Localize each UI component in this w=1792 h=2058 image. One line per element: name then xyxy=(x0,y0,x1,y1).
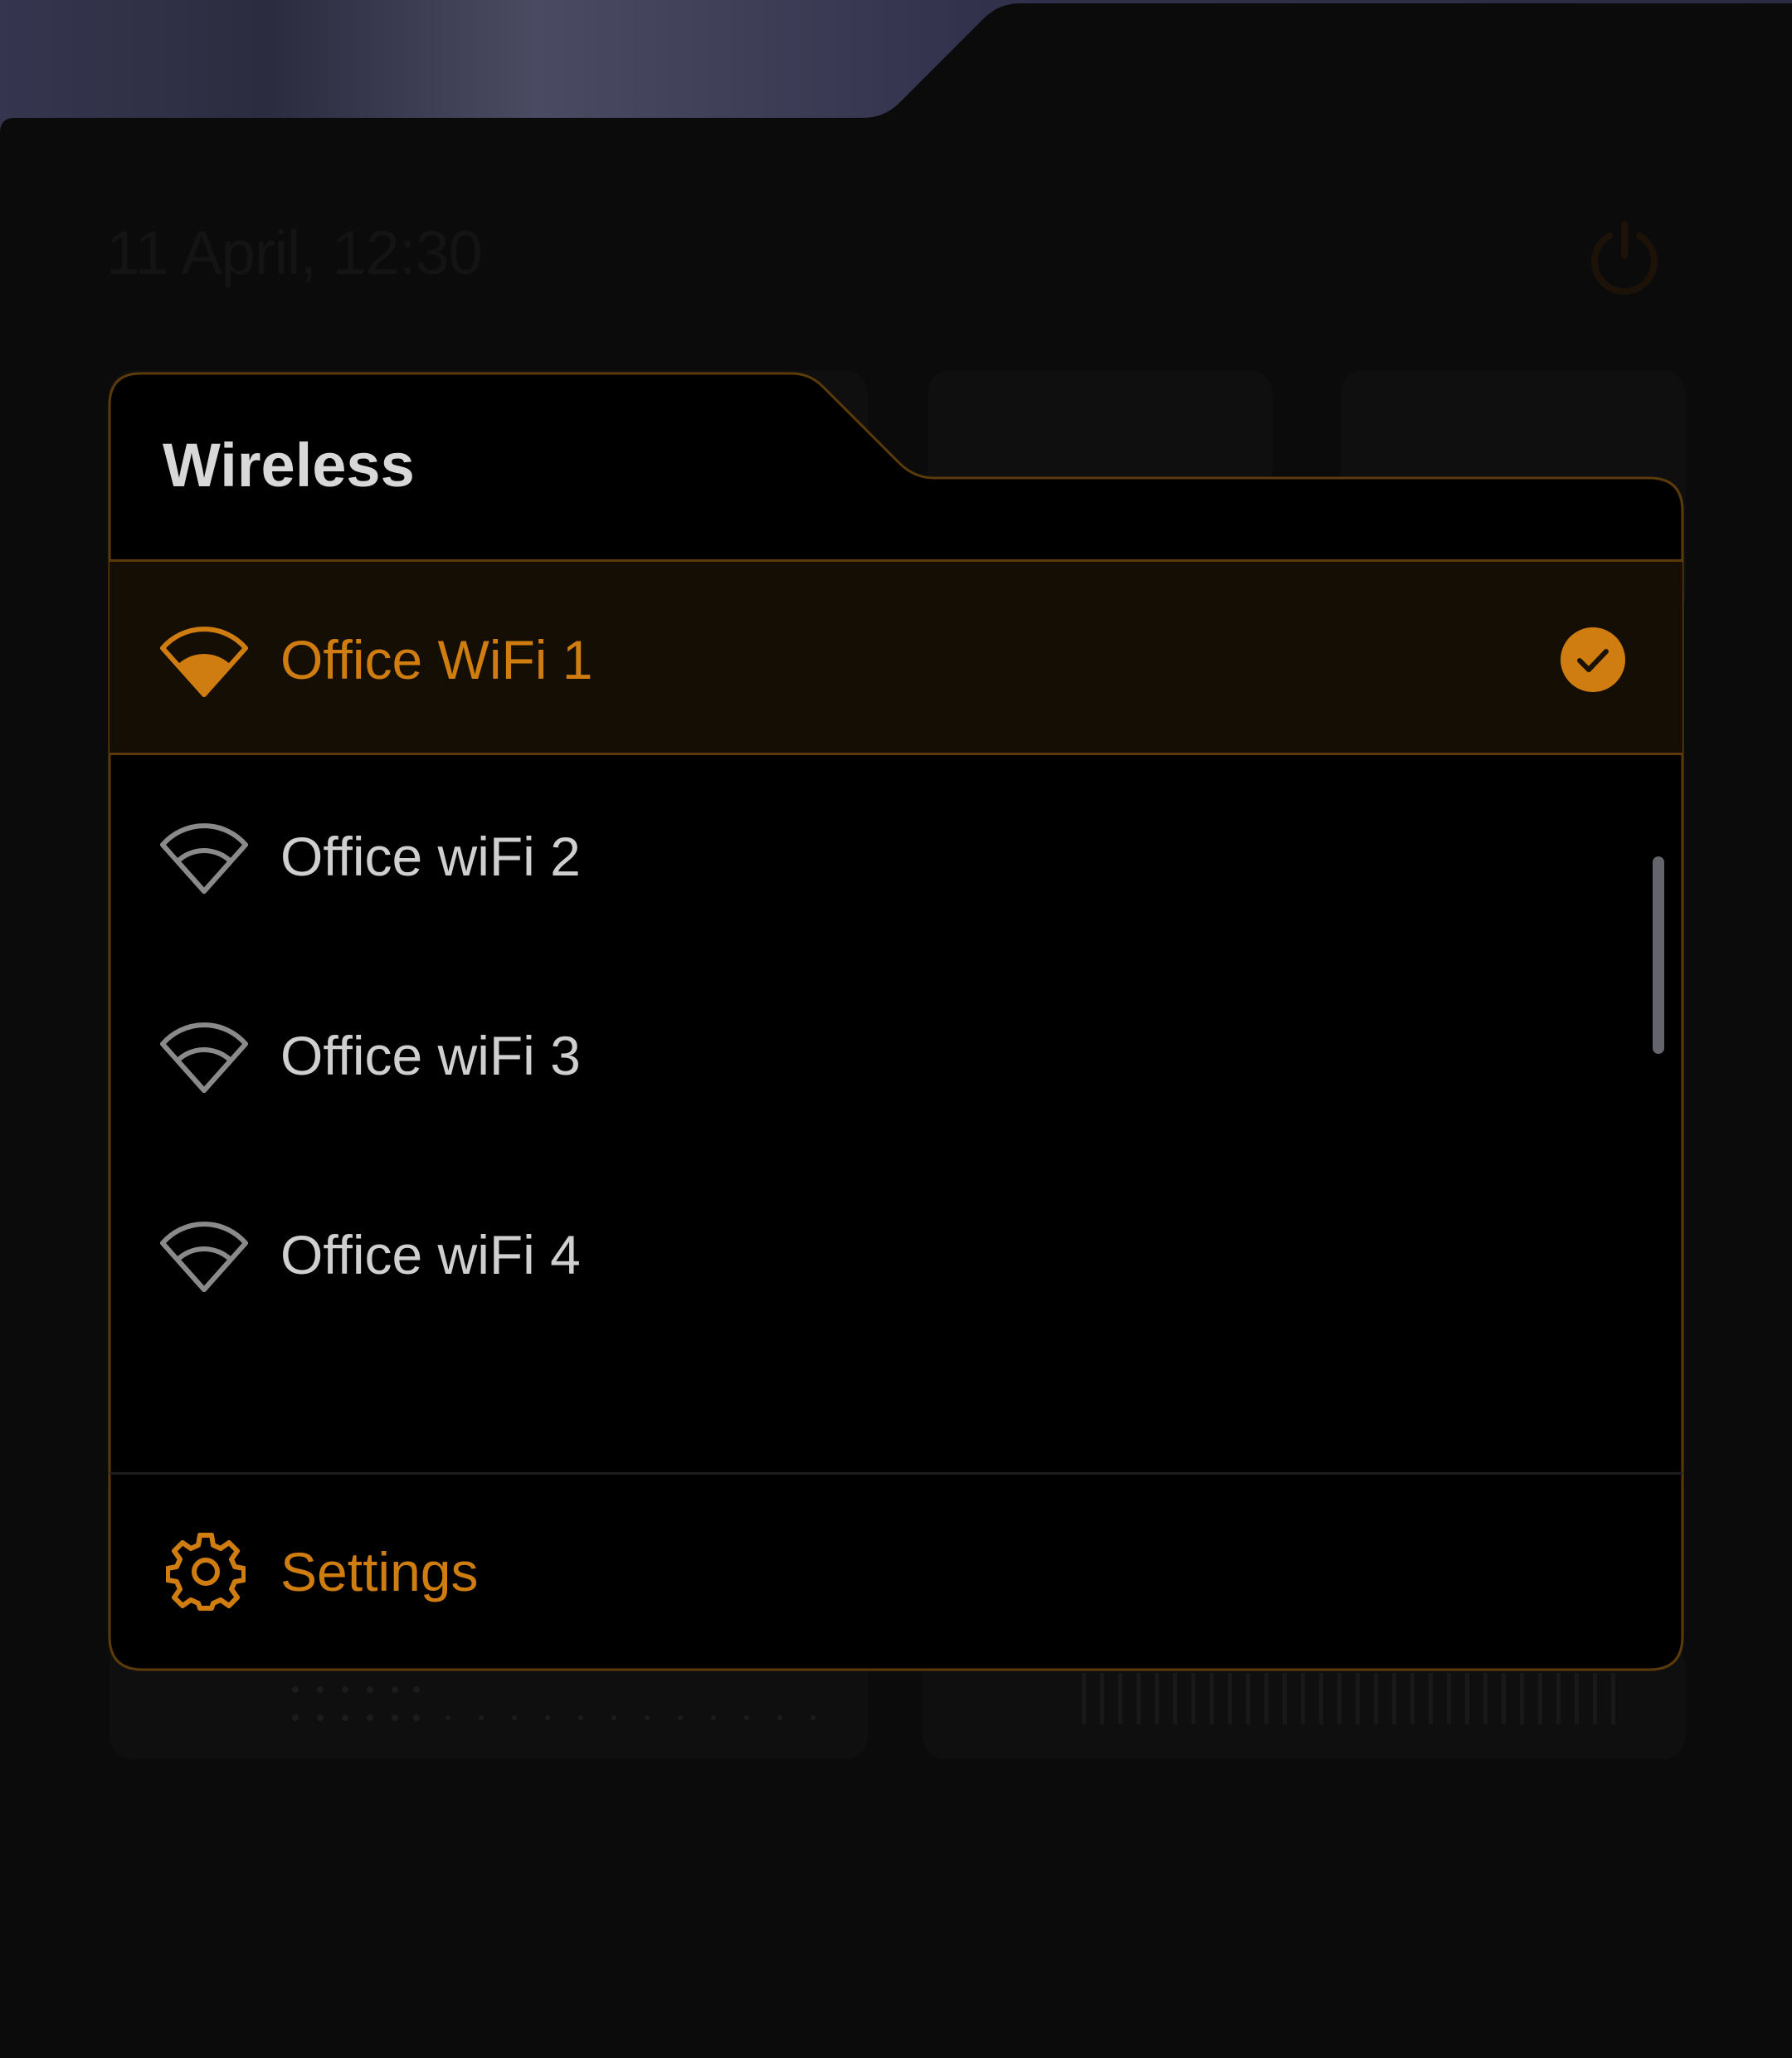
settings-divider xyxy=(110,1472,1682,1475)
network-name: Office WiFi 1 xyxy=(280,629,593,690)
gear-icon xyxy=(166,1533,246,1611)
panel-title: Wireless xyxy=(163,431,415,500)
network-list-scrollbar[interactable] xyxy=(1653,856,1664,1054)
network-name: Office wiFi 3 xyxy=(280,1025,581,1086)
screen: 11 April, 12:30 Wireless Office WiFi 1 O… xyxy=(0,0,1792,2058)
wifi-icon xyxy=(160,1022,248,1093)
network-item-office-wifi-3[interactable]: Office wiFi 3 xyxy=(110,958,1682,1153)
network-item-office-wifi-2[interactable]: Office wiFi 2 xyxy=(110,758,1682,954)
settings-button[interactable]: Settings xyxy=(110,1487,1682,1661)
network-item-office-wifi-1[interactable]: Office WiFi 1 xyxy=(110,559,1682,755)
network-item-office-wifi-4[interactable]: Office wiFi 4 xyxy=(110,1157,1682,1353)
check-circle-icon xyxy=(1561,627,1625,692)
settings-label: Settings xyxy=(280,1541,479,1602)
wifi-icon xyxy=(160,823,248,894)
wifi-icon xyxy=(160,1222,248,1292)
network-name: Office wiFi 4 xyxy=(280,1224,581,1285)
wifi-icon xyxy=(160,627,248,697)
network-name: Office wiFi 2 xyxy=(280,826,581,887)
